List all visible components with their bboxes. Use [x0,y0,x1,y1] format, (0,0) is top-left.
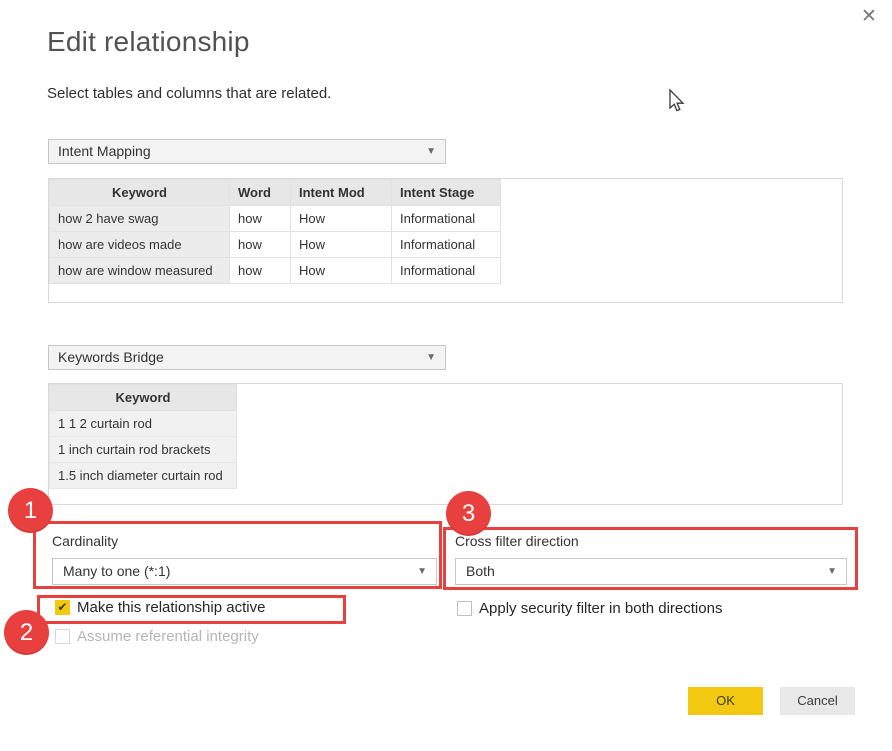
table-cell: how are videos made [50,232,230,258]
table-header-row: Keyword [50,385,237,411]
table-row: how 2 have swag how How Informational [50,206,501,232]
table-cell: 1 inch curtain rod brackets [50,437,237,463]
table2-selector-dropdown[interactable]: Keywords Bridge ▼ [48,345,446,370]
ok-button[interactable]: OK [688,687,763,715]
table-cell: How [291,206,392,232]
table-cell: How [291,232,392,258]
edit-relationship-dialog: ✕ Edit relationship Select tables and co… [0,0,892,751]
apply-security-filter-label: Apply security filter in both directions [479,600,722,617]
table-cell: 1 1 2 curtain rod [50,411,237,437]
page-title: Edit relationship [47,26,250,58]
column-header: Intent Mod [291,180,392,206]
table2-preview: Keyword 1 1 2 curtain rod 1 inch curtain… [48,383,843,505]
assume-referential-integrity-checkbox [55,629,70,644]
table-cell: How [291,258,392,284]
table2: Keyword 1 1 2 curtain rod 1 inch curtain… [49,384,237,489]
table-cell: how [230,258,291,284]
table-cell: Informational [392,258,501,284]
table-cell: 1.5 inch diameter curtain rod [50,463,237,489]
apply-security-filter-checkbox[interactable] [457,601,472,616]
annotation-badge-3: 3 [446,491,491,536]
table-row: 1 1 2 curtain rod [50,411,237,437]
column-header: Intent Stage [392,180,501,206]
table1: Keyword Word Intent Mod Intent Stage how… [49,179,501,284]
column-header: Keyword [50,180,230,206]
mouse-cursor [663,87,689,115]
annotation-badge-2: 2 [4,610,49,655]
table1-selector-dropdown[interactable]: Intent Mapping ▼ [48,139,446,164]
table-cell: Informational [392,206,501,232]
annotation-rect-active-checkbox [37,595,346,624]
annotation-rect-cardinality [33,521,442,589]
chevron-down-icon: ▼ [426,346,436,369]
assume-referential-integrity-label: Assume referential integrity [77,628,259,645]
annotation-rect-cross-filter [443,527,858,590]
table-header-row: Keyword Word Intent Mod Intent Stage [50,180,501,206]
table-cell: how [230,232,291,258]
chevron-down-icon: ▼ [426,140,436,163]
table2-selector-value: Keywords Bridge [58,349,164,365]
table-cell: how 2 have swag [50,206,230,232]
dialog-subtitle: Select tables and columns that are relat… [47,85,331,102]
table-row: 1.5 inch diameter curtain rod [50,463,237,489]
table-row: how are videos made how How Informationa… [50,232,501,258]
column-header: Word [230,180,291,206]
table-cell: Informational [392,232,501,258]
table-row: how are window measured how How Informat… [50,258,501,284]
column-header: Keyword [50,385,237,411]
table-cell: how are window measured [50,258,230,284]
close-icon[interactable]: ✕ [861,5,877,28]
table1-selector-value: Intent Mapping [58,143,151,159]
table1-preview: Keyword Word Intent Mod Intent Stage how… [48,178,843,303]
annotation-badge-1: 1 [8,488,53,533]
table-cell: how [230,206,291,232]
cancel-button[interactable]: Cancel [780,687,855,715]
table-row: 1 inch curtain rod brackets [50,437,237,463]
